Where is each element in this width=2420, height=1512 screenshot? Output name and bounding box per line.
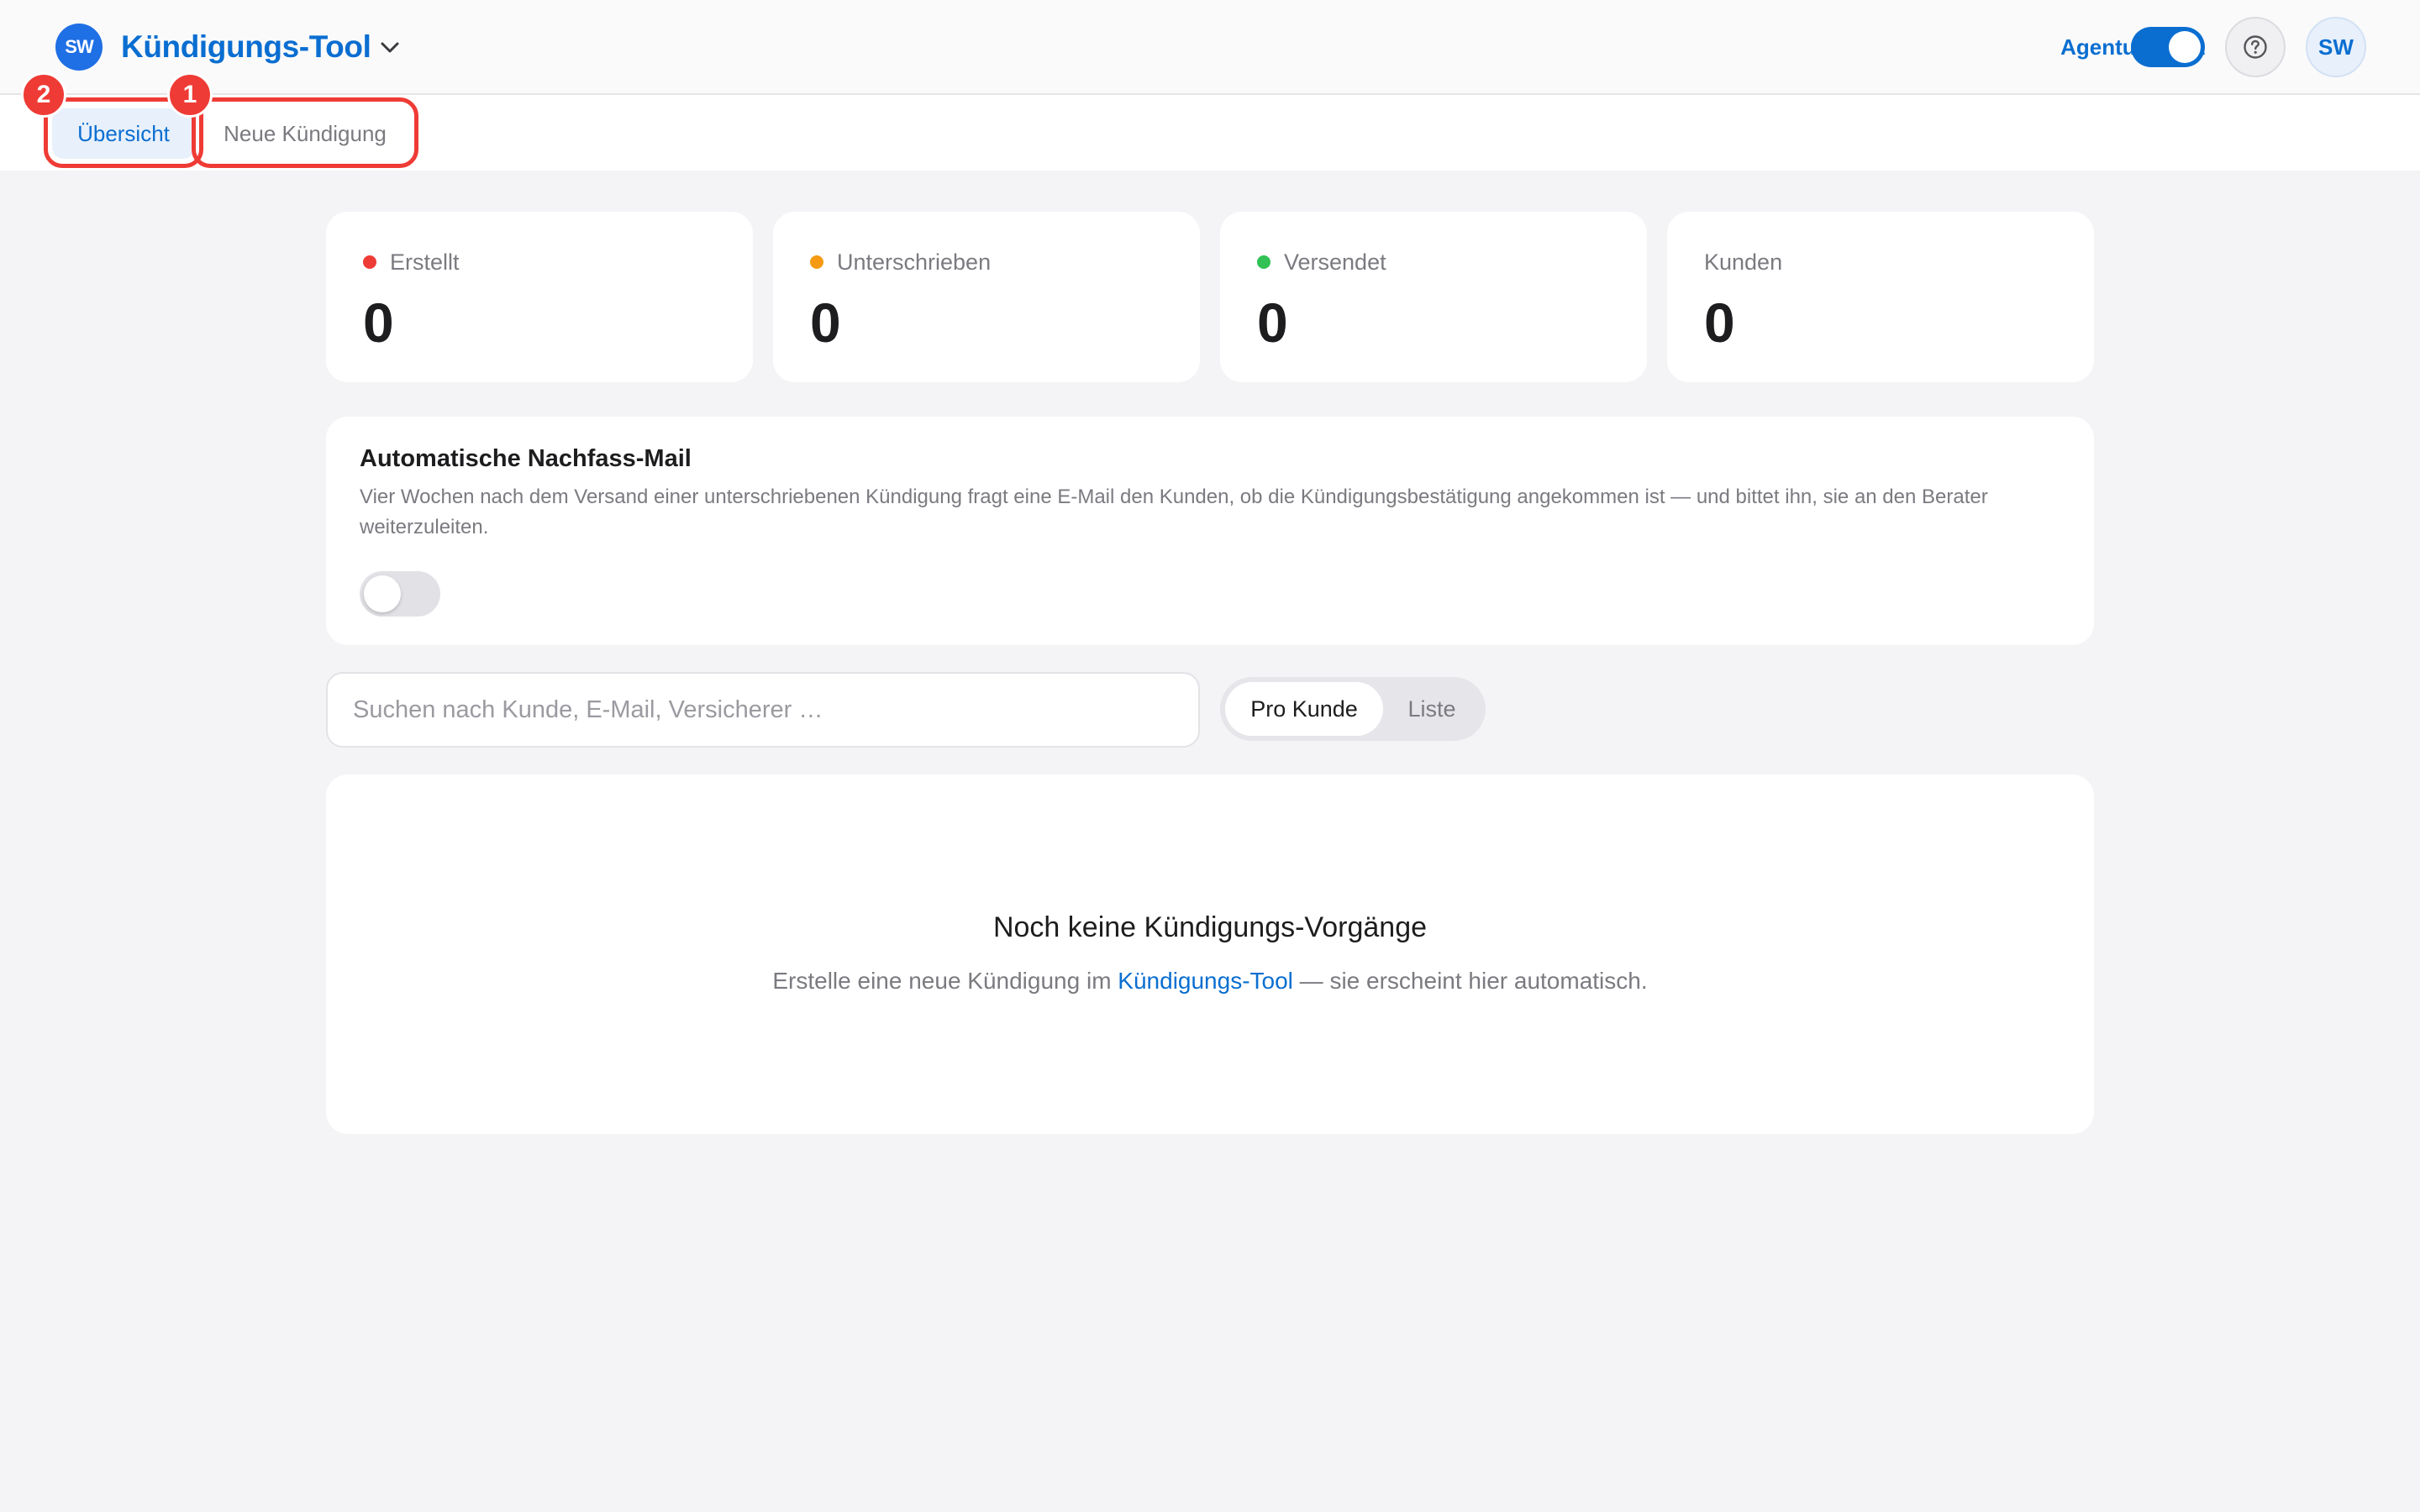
chevron-down-icon[interactable]: [376, 34, 403, 60]
search-input[interactable]: [326, 672, 1200, 748]
stat-card-sent: Versendet 0: [1220, 212, 1647, 382]
stat-value: 0: [1257, 291, 1288, 354]
empty-state-text-after: — sie erscheint hier automatisch.: [1292, 968, 1648, 994]
stat-value: 0: [363, 291, 394, 354]
stat-value: 0: [810, 291, 841, 354]
stat-card-signed: Unterschrieben 0: [773, 212, 1200, 382]
user-avatar[interactable]: SW: [2306, 17, 2366, 77]
tab-bar: Übersicht Neue Kündigung: [0, 95, 2420, 171]
tab-overview[interactable]: Übersicht: [52, 108, 195, 159]
kuendigungs-tool-link[interactable]: Kündigungs-Tool: [1118, 968, 1293, 994]
stat-label-row: Kunden: [1704, 245, 1782, 279]
stat-label-row: Versendet: [1257, 245, 1386, 279]
annotation-badge: 2: [21, 72, 66, 118]
app-title[interactable]: Kündigungs-Tool: [121, 25, 371, 69]
stat-label-row: Unterschrieben: [810, 245, 991, 279]
view-switch: Pro Kunde Liste: [1220, 677, 1486, 741]
question-mark-icon: [2244, 35, 2267, 59]
toggle-knob: [2169, 31, 2201, 63]
agency-view-toggle[interactable]: [2131, 27, 2205, 67]
empty-state-text: Erstelle eine neue Kündigung im Kündigun…: [326, 964, 2094, 998]
empty-state-card: Noch keine Kündigungs-Vorgänge Erstelle …: [326, 774, 2094, 1134]
view-list-button[interactable]: Liste: [1383, 682, 1481, 736]
toggle-knob: [364, 575, 401, 612]
followup-description: Vier Wochen nach dem Versand einer unter…: [360, 486, 1988, 538]
stat-card-created: Erstellt 0: [326, 212, 753, 382]
brand-logo: SW: [55, 24, 103, 71]
stat-card-customers: Kunden 0: [1667, 212, 2094, 382]
followup-title: Automatische Nachfass-Mail: [360, 445, 692, 472]
app-header: SW Kündigungs-Tool Agentur-Sicht SW: [0, 0, 2420, 95]
stat-label: Versendet: [1284, 249, 1386, 275]
stat-label: Kunden: [1704, 249, 1783, 275]
help-button[interactable]: [2225, 17, 2286, 77]
followup-toggle[interactable]: [360, 571, 440, 617]
status-dot-orange: [810, 255, 823, 269]
stat-label: Erstellt: [390, 249, 460, 275]
annotation-badge: 1: [167, 72, 213, 118]
view-per-customer-button[interactable]: Pro Kunde: [1225, 682, 1383, 736]
empty-state-title: Noch keine Kündigungs-Vorgänge: [992, 911, 1428, 943]
stat-label: Unterschrieben: [837, 249, 992, 275]
status-dot-red: [363, 255, 376, 269]
empty-state-text-before: Erstelle eine neue Kündigung im: [772, 968, 1118, 994]
stat-label-row: Erstellt: [363, 245, 460, 279]
tab-new-cancellation[interactable]: Neue Kündigung: [200, 108, 410, 159]
stat-value: 0: [1704, 291, 1735, 354]
status-dot-green: [1257, 255, 1270, 269]
followup-mail-card: Automatische Nachfass-Mail Vier Wochen n…: [326, 417, 2094, 645]
